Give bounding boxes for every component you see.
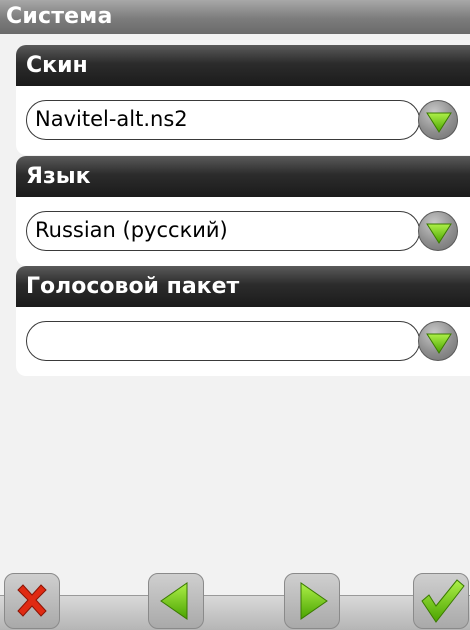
arrow-right-icon — [300, 582, 328, 620]
window-title: Система — [0, 0, 470, 34]
voice-pack-select-field[interactable] — [26, 321, 420, 361]
chevron-down-icon — [426, 112, 452, 133]
language-body: Russian (русский) — [16, 197, 470, 266]
skin-select-field[interactable]: Navitel-alt.ns2 — [26, 100, 420, 140]
bottom-toolbar — [0, 573, 470, 630]
toolbar-band — [0, 595, 470, 630]
language-dropdown-button[interactable] — [418, 211, 458, 251]
chevron-down-icon — [426, 333, 452, 354]
voice-pack-section: Голосовой пакет — [16, 266, 470, 376]
skin-header: Скин — [16, 45, 470, 86]
cancel-button[interactable] — [4, 573, 60, 629]
language-header: Язык — [16, 156, 470, 197]
back-button[interactable] — [148, 573, 204, 629]
language-section: Язык Russian (русский) — [16, 156, 470, 266]
language-select-field[interactable]: Russian (русский) — [26, 211, 420, 251]
confirm-button[interactable] — [413, 573, 469, 629]
skin-dropdown-button[interactable] — [418, 100, 458, 140]
skin-body: Navitel-alt.ns2 — [16, 86, 470, 155]
chevron-down-icon — [426, 223, 452, 244]
voice-pack-dropdown-button[interactable] — [418, 321, 458, 361]
voice-pack-body — [16, 307, 470, 376]
checkmark-icon — [421, 579, 465, 623]
arrow-left-icon — [160, 582, 188, 620]
forward-button[interactable] — [284, 573, 340, 629]
x-icon — [17, 584, 47, 617]
voice-pack-header: Голосовой пакет — [16, 266, 470, 307]
skin-section: Скин Navitel-alt.ns2 — [16, 45, 470, 155]
